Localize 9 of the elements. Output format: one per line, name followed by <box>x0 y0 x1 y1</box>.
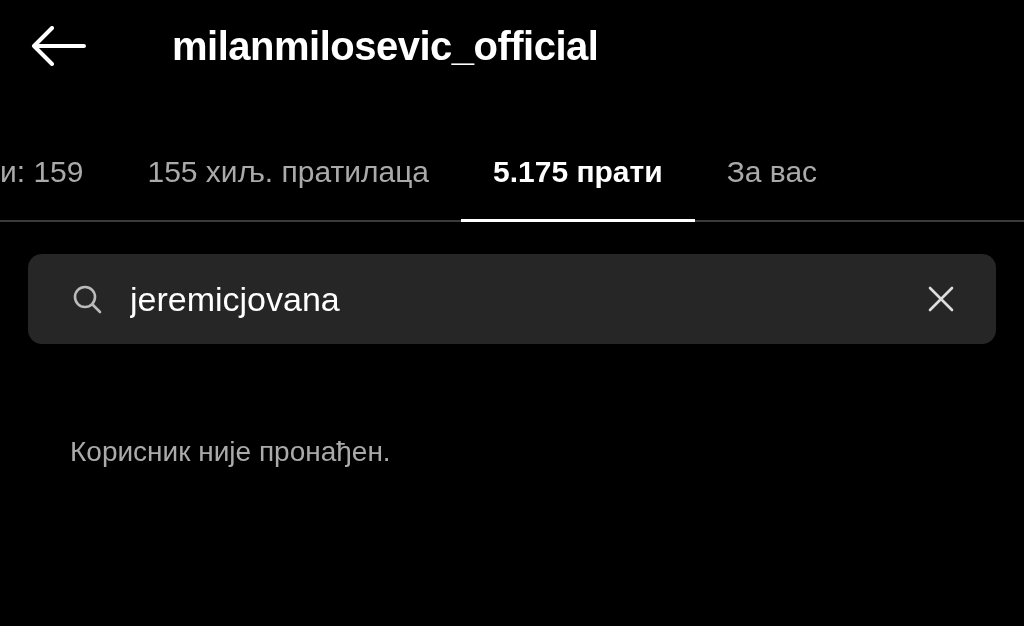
tab[interactable]: 5.175 прати <box>461 137 695 222</box>
search-icon <box>72 284 102 314</box>
back-arrow-icon[interactable] <box>30 26 86 66</box>
empty-message: Корисник није пронађен. <box>70 436 392 468</box>
profile-title: milanmilosevic_official <box>172 23 599 69</box>
tab[interactable]: За вас <box>694 137 850 222</box>
close-icon[interactable] <box>928 286 954 312</box>
tab[interactable]: и: 159 <box>0 137 116 222</box>
tab[interactable]: 155 хиљ. пратилаца <box>115 137 461 222</box>
